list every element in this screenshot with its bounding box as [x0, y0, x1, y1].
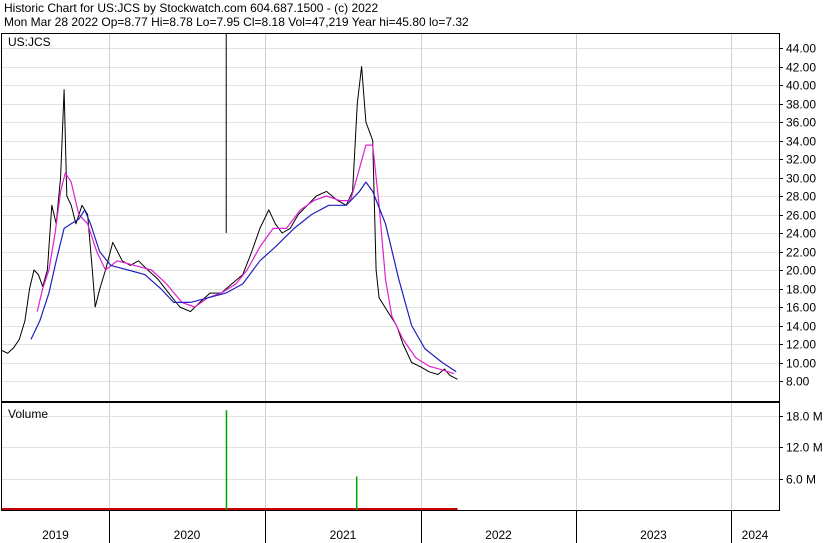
- x-axis-year-label: 2023: [640, 528, 667, 542]
- volume-tick-label: 12.0 M: [786, 441, 823, 455]
- x-axis: 2019 2020 2021 2022 2023 2024: [42, 510, 769, 543]
- volume-tick-label: 18.0 M: [786, 410, 823, 424]
- price-tick-label: 8.00: [786, 375, 810, 389]
- price-tick-label: 28.00: [786, 190, 816, 204]
- price-tick-label: 16.00: [786, 301, 816, 315]
- price-tick-label: 34.00: [786, 135, 816, 149]
- stock-chart: US:JCS 44.00 42.00 40.00 38.00 36.00 34.00 32.…: [1, 33, 823, 543]
- x-axis-year-label: 2020: [174, 528, 201, 542]
- price-tick-label: 36.00: [786, 116, 816, 130]
- price-axis: 44.00 42.00 40.00 38.00 36.00 34.00 32.00 30.00…: [779, 42, 816, 389]
- x-axis-year-label: 2021: [330, 528, 357, 542]
- volume-spike-bar: [355, 476, 358, 510]
- price-tick-label: 26.00: [786, 209, 816, 223]
- price-tick-label: 22.00: [786, 246, 816, 260]
- price-tick-label: 32.00: [786, 153, 816, 167]
- price-tick-label: 44.00: [786, 42, 816, 56]
- volume-tick-label: 6.0 M: [786, 473, 816, 487]
- x-axis-year-label: 2022: [485, 528, 512, 542]
- price-panel: [1, 33, 780, 402]
- price-tick-label: 24.00: [786, 227, 816, 241]
- symbol-label: US:JCS: [8, 35, 51, 49]
- price-tick-label: 12.00: [786, 338, 816, 352]
- price-tick-label: 30.00: [786, 172, 816, 186]
- price-tick-label: 18.00: [786, 283, 816, 297]
- volume-label: Volume: [8, 407, 48, 421]
- price-tick-label: 40.00: [786, 79, 816, 93]
- price-tick-label: 14.00: [786, 320, 816, 334]
- price-tick-label: 20.00: [786, 264, 816, 278]
- price-tick-label: 42.00: [786, 61, 816, 75]
- price-tick-label: 10.00: [786, 357, 816, 371]
- volume-spike-bar: [225, 410, 228, 510]
- volume-panel: [1, 402, 780, 511]
- x-axis-year-label: 2019: [42, 528, 69, 542]
- volume-baseline-bars: [2, 508, 458, 510]
- price-tick-label: 38.00: [786, 98, 816, 112]
- x-axis-year-label: 2024: [742, 528, 769, 542]
- volume-axis: 18.0 M 12.0 M 6.0 M: [779, 410, 823, 487]
